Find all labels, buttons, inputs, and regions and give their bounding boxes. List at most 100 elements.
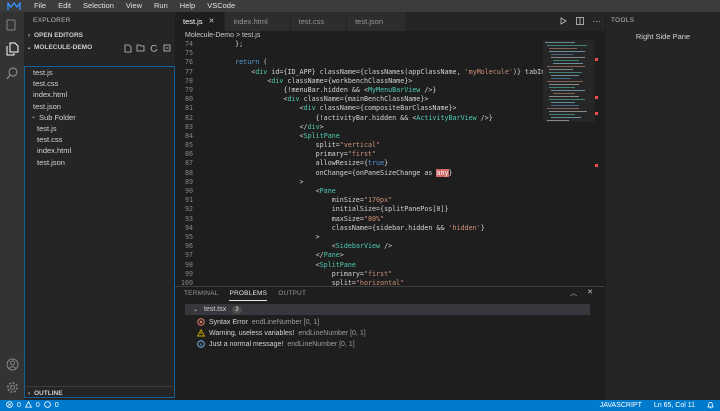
code-editor[interactable]: 74 }; 75 76 return (77 <div id={ID_APP} cl… — [175, 40, 577, 287]
right-pane-content: Right Side Pane — [635, 32, 691, 41]
bottom-panel: TERMINAL PROBLEMS OUTPUT ︿ ✕ ⌄ test.tsx … — [175, 286, 605, 400]
tree-item-test-css[interactable]: test.css — [25, 78, 174, 89]
line-number: 96 — [184, 242, 193, 251]
line-text: {!menuBar.hidden && <MyMenuBarView />} — [219, 85, 437, 94]
tree-item-test-json[interactable]: test.json — [25, 101, 174, 112]
tab-test-css[interactable]: test.css — [290, 12, 348, 31]
code-line: 79 {!menuBar.hidden && <MyMenuBarView />… — [175, 86, 545, 95]
line-number: 78 — [184, 76, 193, 85]
run-icon[interactable] — [560, 16, 567, 27]
close-icon[interactable]: ✕ — [209, 12, 215, 31]
tree-item-sub-test-json[interactable]: test.json — [25, 157, 174, 168]
tree-item-sub-test-css[interactable]: test.css — [25, 134, 174, 145]
line-number: 91 — [184, 196, 193, 205]
tree-item-sub-test-js[interactable]: test.js — [25, 123, 174, 134]
files-icon[interactable] — [4, 17, 20, 33]
menu-view[interactable]: View — [120, 0, 148, 12]
minimap[interactable] — [543, 40, 595, 285]
status-cursor-position[interactable]: Ln 65, Col 11 — [654, 402, 695, 409]
line-number: 90 — [184, 187, 193, 195]
line-number: 82 — [184, 113, 193, 122]
outline-section[interactable]: › OUTLINE — [24, 386, 175, 400]
breadcrumb-file[interactable]: test.js — [242, 32, 260, 39]
line-text: <SplitPane — [219, 260, 356, 269]
collapse-all-icon[interactable] — [162, 44, 171, 53]
tab-test-js[interactable]: test.js ✕ — [175, 12, 226, 31]
refresh-icon[interactable] — [149, 44, 158, 53]
menu-edit[interactable]: Edit — [52, 0, 77, 12]
error-icon — [6, 401, 13, 410]
tab-test-json[interactable]: test.json — [347, 12, 407, 31]
account-icon[interactable] — [4, 356, 20, 372]
line-text: primary="first" — [219, 269, 393, 278]
code-line: 92 initialSize={splitPanePos[0]} — [175, 205, 545, 214]
status-language[interactable]: JAVASCRIPT — [600, 402, 642, 409]
open-editors-label: OPEN EDITORS — [34, 32, 84, 39]
code-line: 75 — [175, 49, 545, 58]
line-number: 76 — [184, 58, 193, 67]
tree-item-sub-folder[interactable]: ⌄ Sub Folder — [25, 112, 174, 123]
line-number: 75 — [184, 49, 193, 58]
folder-section[interactable]: ⌄ MOLECULE-DEMO — [24, 42, 175, 54]
tab-terminal[interactable]: TERMINAL — [184, 287, 218, 301]
status-bar: 0 0 0 JAVASCRIPT Ln 65, Col 11 — [0, 400, 720, 411]
new-file-icon[interactable] — [123, 44, 132, 53]
problems-count-badge: 3 — [232, 305, 242, 314]
line-text: <div id={ID_APP} className={classNames(a… — [219, 67, 577, 76]
error-marker — [595, 112, 598, 115]
tree-item-test-js[interactable]: test.js — [25, 67, 174, 78]
tree-item-index-html[interactable]: index.html — [25, 89, 174, 100]
line-text: > — [219, 232, 320, 241]
tree-item-sub-index-html[interactable]: index.html — [25, 145, 174, 156]
problem-item-error[interactable]: Syntax Error endLineNumber [0, 1] — [197, 317, 319, 328]
code-line: 88 onChange={onPaneSizeChange as any} — [175, 168, 545, 178]
close-panel-icon[interactable]: ✕ — [587, 288, 593, 298]
menu-help[interactable]: Help — [174, 0, 201, 12]
line-number: 80 — [184, 95, 193, 104]
chevron-right-icon: › — [28, 390, 30, 397]
line-number: 98 — [184, 260, 193, 269]
status-problems[interactable]: 0 0 0 — [0, 400, 59, 410]
vertical-scrollbar[interactable] — [595, 40, 605, 285]
line-text: </Pane> — [219, 251, 344, 260]
new-folder-icon[interactable] — [136, 44, 145, 53]
problems-file-row[interactable]: ⌄ test.tsx 3 — [185, 304, 590, 315]
line-text: return ( — [235, 58, 268, 67]
code-line: 84 <SplitPane — [175, 132, 545, 141]
right-side-pane: TOOLS Right Side Pane — [605, 12, 720, 400]
status-info-count: 0 — [54, 402, 59, 409]
line-number: 97 — [184, 251, 193, 260]
line-text: {!activityBar.hidden && <ActivityBarView… — [219, 113, 493, 122]
line-number: 85 — [184, 141, 193, 150]
problem-item-warning[interactable]: Warning, useless variables! endLineNumbe… — [196, 328, 366, 339]
problem-item-info[interactable]: Just a normal message! endLineNumber [0,… — [197, 339, 355, 350]
line-number: 99 — [184, 269, 193, 278]
menu-selection[interactable]: Selection — [77, 0, 120, 12]
tab-problems[interactable]: PROBLEMS — [229, 287, 268, 301]
chevron-right-icon: › — [28, 33, 30, 39]
tab-index-html[interactable]: index.html — [225, 12, 291, 31]
settings-gear-icon[interactable] — [4, 379, 20, 395]
search-icon[interactable] — [4, 65, 20, 81]
warning-icon — [24, 400, 33, 410]
more-actions-icon[interactable]: ⋯ — [593, 17, 601, 26]
menu-file[interactable]: File — [28, 0, 52, 12]
explorer-icon[interactable] — [4, 41, 20, 57]
breadcrumb-folder[interactable]: Molecule-Demo — [185, 32, 234, 39]
tab-output[interactable]: OUTPUT — [278, 287, 306, 301]
folder-label: MOLECULE-DEMO — [34, 44, 93, 51]
open-editors-section[interactable]: › OPEN EDITORS — [24, 30, 175, 42]
menu-run[interactable]: Run — [148, 0, 174, 12]
code-line: 87 allowResize={true} — [175, 159, 545, 168]
code-line: 83 </div> — [175, 123, 545, 132]
line-text: primary="first" — [219, 150, 377, 159]
code-line: 98 <SplitPane — [175, 261, 545, 270]
split-editor-icon[interactable] — [575, 16, 584, 27]
line-text: allowResize={true} — [219, 159, 389, 168]
line-text: initialSize={splitPanePos[0]} — [219, 205, 449, 214]
line-text: minSize="170px" — [219, 196, 393, 205]
notifications-bell-icon[interactable] — [707, 401, 714, 411]
menu-vscode[interactable]: VSCode — [201, 0, 241, 12]
molecule-logo-icon — [0, 0, 28, 12]
maximize-panel-icon[interactable]: ︿ — [570, 288, 577, 298]
